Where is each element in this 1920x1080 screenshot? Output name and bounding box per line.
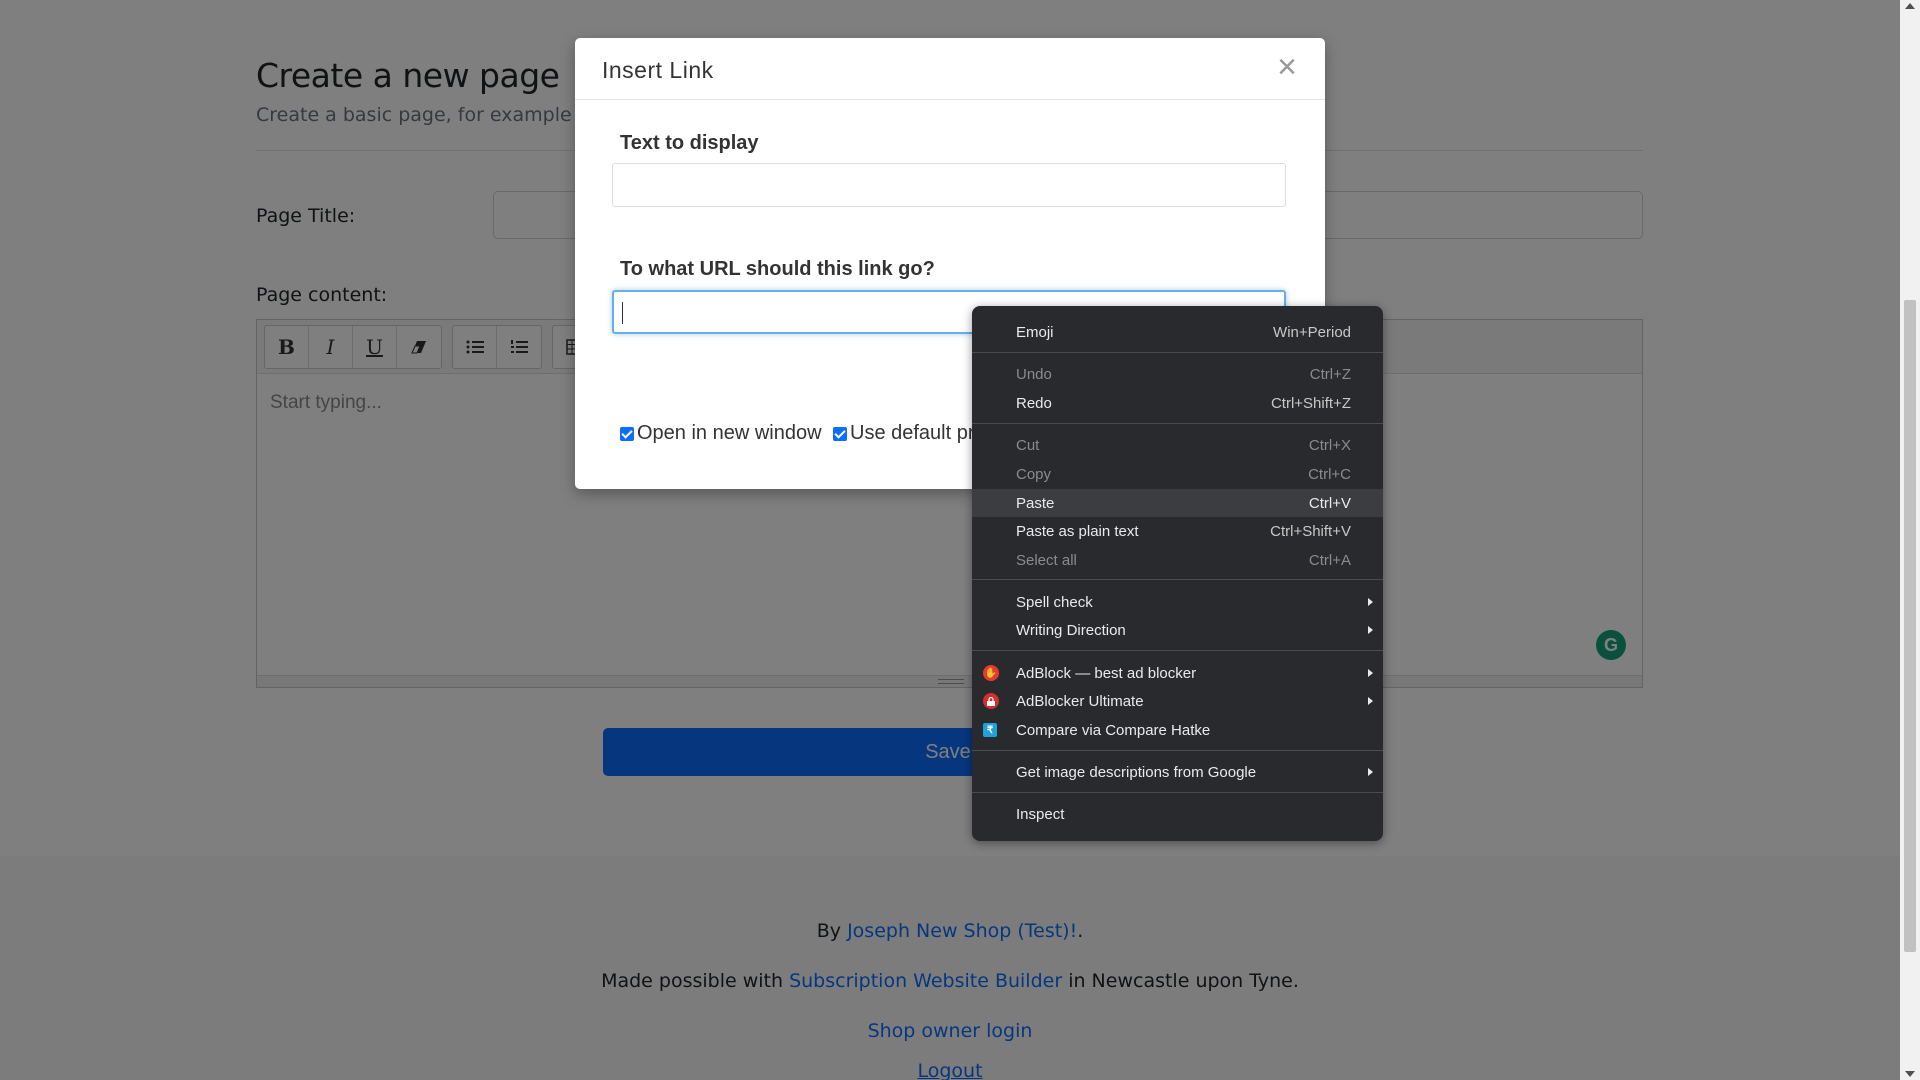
menu-item-paste-plain[interactable]: Paste as plain text Ctrl+Shift+V <box>972 517 1383 545</box>
menu-item-undo[interactable]: Undo Ctrl+Z <box>972 360 1383 388</box>
menu-item-shortcut: Ctrl+C <box>1308 465 1351 483</box>
text-to-display-input[interactable] <box>612 163 1286 207</box>
adblocker-ultimate-lock-icon <box>983 693 999 709</box>
menu-item-redo[interactable]: Redo Ctrl+Shift+Z <box>972 389 1383 417</box>
dialog-title: Insert Link <box>602 57 714 83</box>
scroll-down-icon[interactable] <box>1905 1071 1915 1077</box>
menu-item-label: Cut <box>1016 436 1040 454</box>
text-caret <box>622 302 623 324</box>
submenu-arrow-icon <box>1368 768 1373 776</box>
menu-item-label: Get image descriptions from Google <box>1016 763 1257 781</box>
menu-item-label: AdBlocker Ultimate <box>1016 692 1144 710</box>
default-protocol-option[interactable]: Use default pr <box>833 422 975 445</box>
menu-item-shortcut: Ctrl+V <box>1308 494 1351 512</box>
context-menu: Emoji Win+Period Undo Ctrl+Z Redo Ctrl+S… <box>972 306 1383 841</box>
menu-item-adblocker-ultimate[interactable]: AdBlocker Ultimate <box>972 687 1383 715</box>
open-new-window-option[interactable]: Open in new window <box>620 422 822 445</box>
menu-item-label: Spell check <box>1016 593 1093 611</box>
submenu-arrow-icon <box>1368 598 1373 606</box>
menu-item-emoji[interactable]: Emoji Win+Period <box>972 318 1383 346</box>
open-new-window-label: Open in new window <box>637 422 822 444</box>
menu-item-cut[interactable]: Cut Ctrl+X <box>972 431 1383 459</box>
menu-item-shortcut: Ctrl+Shift+Z <box>1270 394 1351 412</box>
menu-separator <box>972 579 1383 580</box>
menu-item-image-descriptions[interactable]: Get image descriptions from Google <box>972 758 1383 786</box>
submenu-arrow-icon <box>1368 697 1373 705</box>
scrollbar[interactable] <box>1900 0 1920 1080</box>
menu-item-label: Undo <box>1016 365 1052 383</box>
menu-item-label: Paste <box>1016 494 1055 512</box>
open-new-window-checkbox[interactable] <box>620 426 634 441</box>
menu-separator <box>972 650 1383 651</box>
menu-separator <box>972 750 1383 751</box>
menu-item-copy[interactable]: Copy Ctrl+C <box>972 460 1383 488</box>
dialog-header: Insert Link × <box>575 38 1325 100</box>
close-icon[interactable]: × <box>1277 50 1297 84</box>
menu-item-label: Redo <box>1016 394 1052 412</box>
menu-item-adblock[interactable]: ✋ AdBlock — best ad blocker <box>972 659 1383 687</box>
text-to-display-label: Text to display <box>620 132 759 154</box>
menu-item-label: Paste as plain text <box>1016 522 1139 540</box>
adblock-hand-icon: ✋ <box>983 665 999 681</box>
menu-item-label: Select all <box>1016 551 1077 569</box>
submenu-arrow-icon <box>1368 669 1373 677</box>
menu-item-label: Copy <box>1016 465 1052 483</box>
menu-item-label: AdBlock — best ad blocker <box>1016 664 1197 682</box>
default-protocol-label: Use default pr <box>850 422 975 444</box>
menu-item-label: Inspect <box>1016 805 1065 823</box>
menu-item-shortcut: Ctrl+Shift+V <box>1270 522 1351 540</box>
compare-hatke-icon: ₹ <box>983 723 997 737</box>
submenu-arrow-icon <box>1368 626 1373 634</box>
menu-item-label: Emoji <box>1016 323 1054 341</box>
menu-item-inspect[interactable]: Inspect <box>972 800 1383 828</box>
menu-item-spell-check[interactable]: Spell check <box>972 588 1383 616</box>
url-label: To what URL should this link go? <box>620 258 935 280</box>
menu-item-compare-hatke[interactable]: ₹ Compare via Compare Hatke <box>972 716 1383 744</box>
scroll-up-icon[interactable] <box>1905 3 1915 9</box>
default-protocol-checkbox[interactable] <box>833 426 847 441</box>
menu-item-shortcut: Ctrl+Z <box>1309 365 1351 383</box>
menu-separator <box>972 792 1383 793</box>
menu-separator <box>972 352 1383 353</box>
menu-item-label: Writing Direction <box>1016 621 1126 639</box>
menu-item-writing-direction[interactable]: Writing Direction <box>972 616 1383 644</box>
menu-item-shortcut: Ctrl+A <box>1308 551 1351 569</box>
menu-item-select-all[interactable]: Select all Ctrl+A <box>972 546 1383 574</box>
scroll-thumb[interactable] <box>1904 300 1916 952</box>
menu-item-shortcut: Ctrl+X <box>1308 436 1351 454</box>
menu-separator <box>972 423 1383 424</box>
menu-item-shortcut: Win+Period <box>1273 323 1351 341</box>
menu-item-paste[interactable]: Paste Ctrl+V <box>972 489 1383 517</box>
menu-item-label: Compare via Compare Hatke <box>1016 721 1211 739</box>
